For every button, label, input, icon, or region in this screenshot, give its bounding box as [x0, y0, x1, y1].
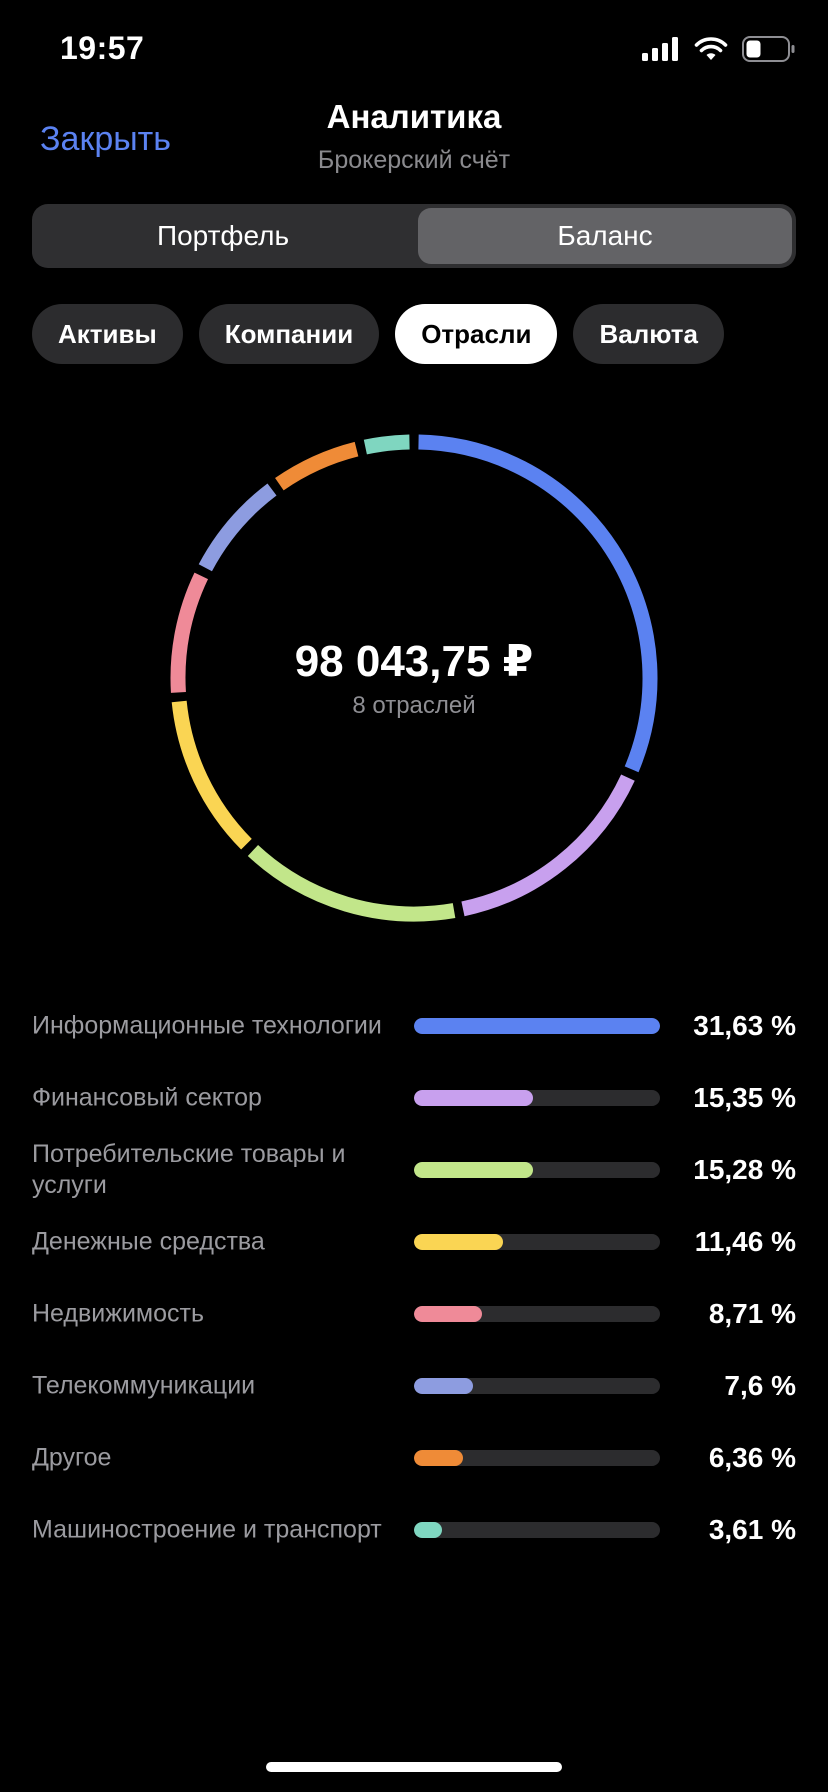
sector-bar-fill — [414, 1234, 504, 1250]
page-title: Аналитика — [326, 98, 502, 135]
sector-row[interactable]: Машиностроение и транспорт 3,61 % — [32, 1494, 796, 1566]
sector-row[interactable]: Другое 6,36 % — [32, 1422, 796, 1494]
sector-label: Денежные средства — [32, 1227, 265, 1256]
sector-percent: 31,63 % — [693, 1010, 796, 1041]
sector-label: Потребительские товары и услуги — [32, 1140, 346, 1199]
home-indicator — [266, 1762, 562, 1772]
page-subtitle: Брокерский счёт — [317, 146, 511, 174]
sector-bar-fill — [414, 1450, 464, 1466]
sector-percent: 7,6 % — [724, 1370, 796, 1401]
chip-assets[interactable]: Активы — [32, 304, 183, 364]
sector-bar-track — [414, 1018, 660, 1034]
sector-bar-track — [414, 1234, 660, 1250]
sector-percent: 6,36 % — [708, 1442, 796, 1473]
sector-label: Информационные технологии — [32, 1011, 382, 1040]
sector-percent: 15,35 % — [693, 1082, 796, 1113]
segment-balance[interactable]: Баланс — [418, 208, 792, 264]
sector-row[interactable]: Денежные средства 11,46 % — [32, 1206, 796, 1278]
donut-segment — [363, 434, 410, 455]
sector-bar-fill — [414, 1162, 533, 1178]
chip-sectors[interactable]: Отрасли — [395, 304, 558, 364]
analytics-screen: 19:57 Закрыть Аналитика Брокерский счёт … — [0, 0, 828, 1792]
sector-bar-track — [414, 1450, 660, 1466]
sector-bar-fill — [414, 1090, 534, 1106]
donut-segment — [275, 441, 359, 491]
sector-label: Финансовый сектор — [32, 1083, 262, 1112]
filter-chips: Активы Компании Отрасли Валюта — [32, 304, 724, 364]
status-icons — [642, 36, 796, 62]
donut-segment — [461, 774, 635, 917]
sector-bar-track — [414, 1306, 660, 1322]
donut-segment — [198, 483, 277, 572]
sector-bar-fill — [414, 1306, 482, 1322]
chip-companies[interactable]: Компании — [198, 304, 380, 364]
sector-bar-track — [414, 1378, 660, 1394]
donut-segment — [171, 700, 252, 850]
sector-percent: 11,46 % — [694, 1226, 796, 1257]
signal-icon — [642, 37, 678, 61]
donut-segment — [247, 845, 456, 922]
sector-bar-fill — [414, 1522, 443, 1538]
sector-row[interactable]: Потребительские товары и услуги 15,28 % — [32, 1134, 796, 1206]
sector-bar-track — [414, 1090, 660, 1106]
segmented-control: Портфель Баланс — [32, 204, 796, 268]
sector-row[interactable]: Финансовый сектор 15,35 % — [32, 1062, 796, 1134]
sector-label: Другое — [32, 1443, 112, 1472]
donut-segment — [418, 434, 658, 773]
sector-bar-fill — [414, 1018, 660, 1034]
sector-percent: 15,28 % — [693, 1154, 796, 1185]
segment-portfolio[interactable]: Портфель — [36, 208, 410, 264]
battery-icon — [742, 36, 795, 62]
sector-label: Недвижимость — [32, 1299, 204, 1328]
sector-label: Машиностроение и транспорт — [32, 1515, 382, 1544]
sector-bar-fill — [414, 1378, 474, 1394]
sector-bar-track — [414, 1162, 660, 1178]
sector-list: Информационные технологии 31,63 % Финансов… — [32, 990, 796, 1566]
sector-count: 8 отраслей — [352, 692, 476, 719]
sector-percent: 3,61 % — [708, 1514, 796, 1545]
sector-row[interactable]: Информационные технологии 31,63 % — [32, 990, 796, 1062]
sector-label: Телекоммуникации — [32, 1371, 256, 1400]
sector-row[interactable]: Телекоммуникации 7,6 % — [32, 1350, 796, 1422]
status-time: 19:57 — [60, 30, 145, 66]
portfolio-total: 98 043,75 ₽ — [294, 637, 534, 686]
sector-bar-track — [414, 1522, 660, 1538]
sector-percent: 8,71 % — [708, 1298, 796, 1329]
chip-currency[interactable]: Валюта — [573, 304, 724, 364]
sector-row[interactable]: Недвижимость 8,71 % — [32, 1278, 796, 1350]
wifi-icon — [694, 37, 728, 60]
